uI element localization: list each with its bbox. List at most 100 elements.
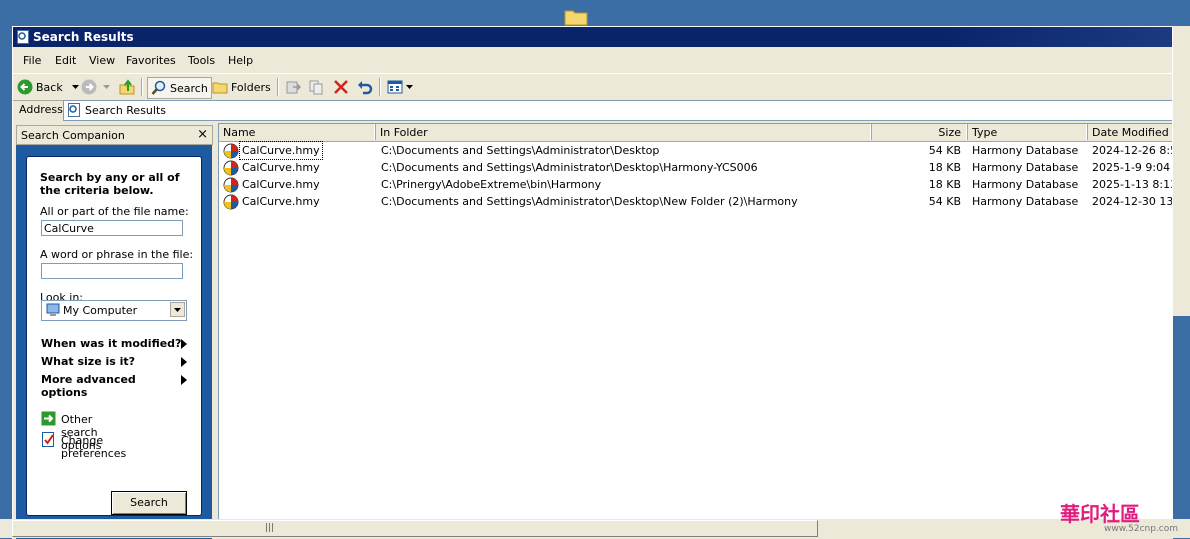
delete-button[interactable] [333,77,349,97]
back-button[interactable]: Back [17,77,79,97]
chevron-down-icon[interactable] [71,85,79,89]
file-size: 54 KB [928,195,961,208]
phrase-label: A word or phrase in the file: [40,248,194,261]
address-value: Search Results [85,104,167,117]
dropdown-button[interactable] [170,302,185,317]
search-results-icon [17,30,29,44]
forward-arrow-icon [81,79,97,95]
watermark-logo: 華印社區 www.52cnp.com [1060,498,1178,534]
results-list: Name In Folder Size Type Date Modified C… [218,123,1173,520]
toolbar-separator [379,78,381,96]
date-modified: 2024-12-30 13:3 [1092,195,1173,208]
file-type: Harmony Database [972,161,1079,174]
column-in-folder[interactable]: In Folder [376,124,872,140]
file-name: CalCurve.hmy [242,178,320,191]
forward-button[interactable] [81,77,110,97]
views-icon [387,80,403,94]
column-type[interactable]: Type [968,124,1088,140]
move-to-button[interactable] [285,77,301,97]
table-row[interactable]: CalCurve.hmy C:\Prinergy\AdobeExtreme\bi… [219,176,1173,193]
file-size: 18 KB [928,178,961,191]
chevron-right-icon [181,357,187,367]
table-row[interactable]: CalCurve.hmy C:\Documents and Settings\A… [219,193,1173,210]
date-modified: 2025-1-13 8:13 [1092,178,1173,191]
table-row[interactable]: CalCurve.hmy C:\Documents and Settings\A… [219,159,1173,176]
menu-favorites[interactable]: Favorites [126,54,176,67]
table-row[interactable]: CalCurve.hmy C:\Documents and Settings\A… [219,141,1173,160]
look-in-value: My Computer [63,304,138,317]
advanced-label: More advanced options [41,373,136,399]
horizontal-scrollbar[interactable]: ||| [0,519,1190,538]
date-modified: 2025-1-9 9:04 [1092,161,1171,174]
search-icon [151,80,166,95]
undo-icon [358,81,373,95]
column-name[interactable]: Name [219,124,376,140]
copy-to-icon [309,80,323,95]
computer-icon [46,303,60,316]
menu-view[interactable]: View [89,54,115,67]
search-toggle-button[interactable]: Search [147,77,212,99]
modified-label: When was it modified? [41,337,182,350]
date-modified: 2024-12-26 8:56 [1092,144,1173,157]
folder-icon[interactable] [564,8,588,26]
move-to-icon [286,81,301,94]
modified-expander[interactable]: When was it modified? [41,337,187,350]
chevron-down-icon[interactable] [406,85,413,89]
folders-label: Folders [231,80,271,94]
address-field[interactable]: Search Results [63,100,1173,121]
folder-path: C:\Prinergy\AdobeExtreme\bin\Harmony [381,178,602,191]
copy-to-button[interactable] [309,77,325,97]
look-in-select[interactable]: My Computer [41,300,187,321]
file-type: Harmony Database [972,144,1079,157]
menu-help[interactable]: Help [228,54,253,67]
folders-icon [212,82,228,94]
up-folder-button[interactable] [119,77,135,97]
file-name: CalCurve.hmy [242,195,320,208]
menu-bar: File Edit View Favorites Tools Help [13,50,1173,72]
file-name-input[interactable]: CalCurve [41,220,183,236]
search-results-icon [68,103,80,117]
search-companion-title: Search Companion [21,129,125,142]
menu-edit[interactable]: Edit [55,54,76,67]
title-bar: Search Results [13,27,1173,47]
search-companion-header: Search Companion × [16,125,213,145]
search-companion-pane: Search Companion × Search by any or all … [13,123,216,539]
folders-button[interactable]: Folders [212,77,271,97]
watermark-url: www.52cnp.com [1104,524,1179,534]
close-icon[interactable]: × [197,127,208,142]
size-label: What size is it? [41,355,136,368]
search-label: Search [170,81,208,95]
column-size[interactable]: Size [872,124,968,140]
toolbar: Back Search Folders [13,73,1173,101]
chevron-down-icon[interactable] [103,85,110,89]
size-expander[interactable]: What size is it? [41,355,187,368]
search-button[interactable]: Search [111,491,187,515]
back-label: Back [36,80,63,94]
watermark-text: 華印社區 [1060,502,1140,526]
menu-file[interactable]: File [23,54,41,67]
scrollbar-thumb[interactable]: ||| [12,520,818,537]
back-arrow-icon [17,79,33,95]
address-label: Address [19,103,63,116]
chevron-right-icon [181,339,187,349]
phrase-input[interactable] [41,263,183,279]
explorer-window: Search Results File Edit View Favorites … [12,26,1173,539]
vertical-scrollbar[interactable] [1172,26,1190,316]
up-folder-icon [119,79,135,95]
folder-path: C:\Documents and Settings\Administrator\… [381,161,758,174]
harmony-file-icon [223,160,239,176]
green-arrow-icon [41,411,56,426]
chevron-right-icon [181,375,187,385]
advanced-expander[interactable]: More advanced options [41,373,187,399]
menu-tools[interactable]: Tools [188,54,215,67]
search-criteria-panel: Search by any or all of the criteria bel… [26,156,202,516]
file-name-label: All or part of the file name: [40,205,189,218]
folder-path: C:\Documents and Settings\Administrator\… [381,195,798,208]
address-bar: Address Search Results [13,99,1173,121]
undo-button[interactable] [357,77,373,97]
views-button[interactable] [387,77,413,97]
harmony-file-icon [223,177,239,193]
column-date-modified[interactable]: Date Modified [1088,124,1173,140]
change-preferences-label: Change preferences [61,434,127,460]
criteria-heading: Search by any or all of the criteria bel… [40,171,180,197]
